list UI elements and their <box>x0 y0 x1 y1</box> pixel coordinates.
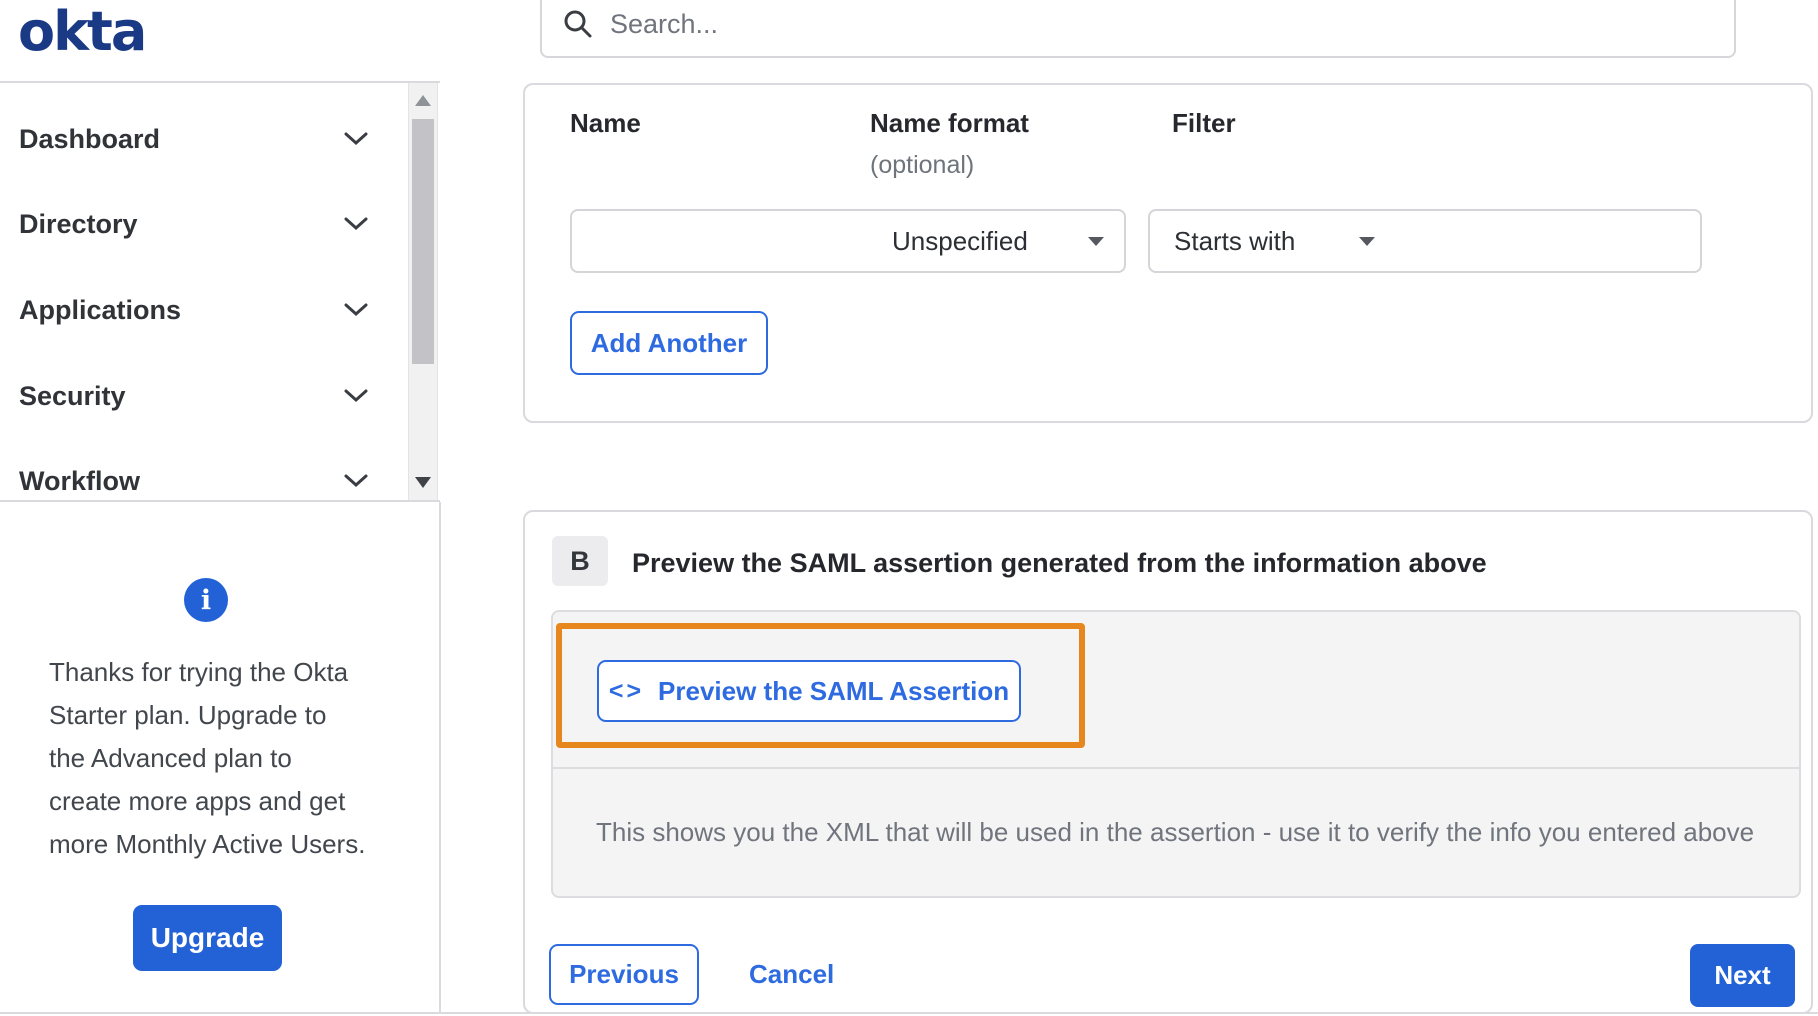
caret-down-icon <box>1359 236 1375 246</box>
next-button[interactable]: Next <box>1690 944 1795 1007</box>
filter-value-input[interactable] <box>1395 209 1702 273</box>
sidebar-item-label: Applications <box>19 294 182 325</box>
promo-text: Thanks for trying the Okta Starter plan.… <box>49 651 394 866</box>
sidebar-item-workflow[interactable]: Workflow <box>19 449 369 513</box>
add-another-button[interactable]: Add Another <box>570 311 768 375</box>
preview-caption: This shows you the XML that will be used… <box>596 817 1755 847</box>
name-column-header: Name <box>570 108 641 138</box>
section-heading: Preview the SAML assertion generated fro… <box>632 548 1487 578</box>
code-icon: <> <box>608 676 645 705</box>
name-format-select[interactable]: Unspecified <box>868 209 1126 273</box>
global-search[interactable] <box>540 0 1736 58</box>
sidebar-item-applications[interactable]: Applications <box>19 278 369 342</box>
sidebar-item-label: Directory <box>19 208 138 239</box>
filter-operator-selected-value: Starts with <box>1174 225 1296 256</box>
section-b-badge: B <box>552 536 608 586</box>
chevron-down-icon <box>344 474 368 488</box>
promo-line: the Advanced plan to <box>49 743 292 773</box>
name-format-selected-value: Unspecified <box>892 225 1028 256</box>
sidebar-nav: Dashboard Directory Applications Securit… <box>0 81 440 502</box>
preview-saml-assertion-button[interactable]: <> Preview the SAML Assertion <box>597 660 1021 722</box>
preview-button-label: Preview the SAML Assertion <box>658 675 1010 706</box>
sidebar-item-label: Workflow <box>19 465 140 496</box>
sidebar-scrollbar[interactable] <box>408 83 438 500</box>
cancel-link[interactable]: Cancel <box>749 944 834 1005</box>
okta-logo[interactable]: okta <box>18 0 147 63</box>
preview-caption-zone: This shows you the XML that will be used… <box>553 767 1799 896</box>
chevron-down-icon <box>344 303 368 317</box>
sidebar-item-directory[interactable]: Directory <box>19 192 369 256</box>
sidebar-divider <box>439 502 441 1012</box>
attribute-name-input[interactable] <box>570 209 870 273</box>
sidebar-item-security[interactable]: Security <box>19 364 369 428</box>
window-bottom-divider <box>0 1012 1818 1014</box>
caret-down-icon <box>1088 236 1104 246</box>
preview-saml-card: B Preview the SAML assertion generated f… <box>523 510 1813 1014</box>
promo-line: Starter plan. Upgrade to <box>49 700 327 730</box>
promo-line: more Monthly Active Users. <box>49 829 366 859</box>
info-icon: i <box>184 578 228 622</box>
chevron-down-icon <box>344 389 368 403</box>
sidebar-item-dashboard[interactable]: Dashboard <box>19 107 369 171</box>
previous-button[interactable]: Previous <box>549 944 699 1005</box>
search-icon <box>564 10 592 38</box>
scroll-down-icon[interactable] <box>415 477 431 488</box>
preview-panel: <> Preview the SAML Assertion This shows… <box>551 610 1801 898</box>
search-input[interactable] <box>594 0 1734 56</box>
name-format-optional-label: (optional) <box>870 151 975 179</box>
promo-line: Thanks for trying the Okta <box>49 657 349 687</box>
scroll-up-icon[interactable] <box>415 95 431 106</box>
name-format-column-header: Name format <box>870 108 1029 138</box>
promo-line: create more apps and get <box>49 786 346 816</box>
scrollbar-thumb[interactable] <box>412 119 434 364</box>
attribute-statements-card: Name Name format (optional) Filter Unspe… <box>523 83 1813 423</box>
chevron-down-icon <box>344 132 368 146</box>
sidebar-item-label: Dashboard <box>19 123 161 154</box>
chevron-down-icon <box>344 217 368 231</box>
sidebar-item-label: Security <box>19 380 126 411</box>
filter-column-header: Filter <box>1172 108 1236 138</box>
filter-operator-select[interactable]: Starts with <box>1148 209 1397 273</box>
upgrade-button[interactable]: Upgrade <box>133 905 282 971</box>
